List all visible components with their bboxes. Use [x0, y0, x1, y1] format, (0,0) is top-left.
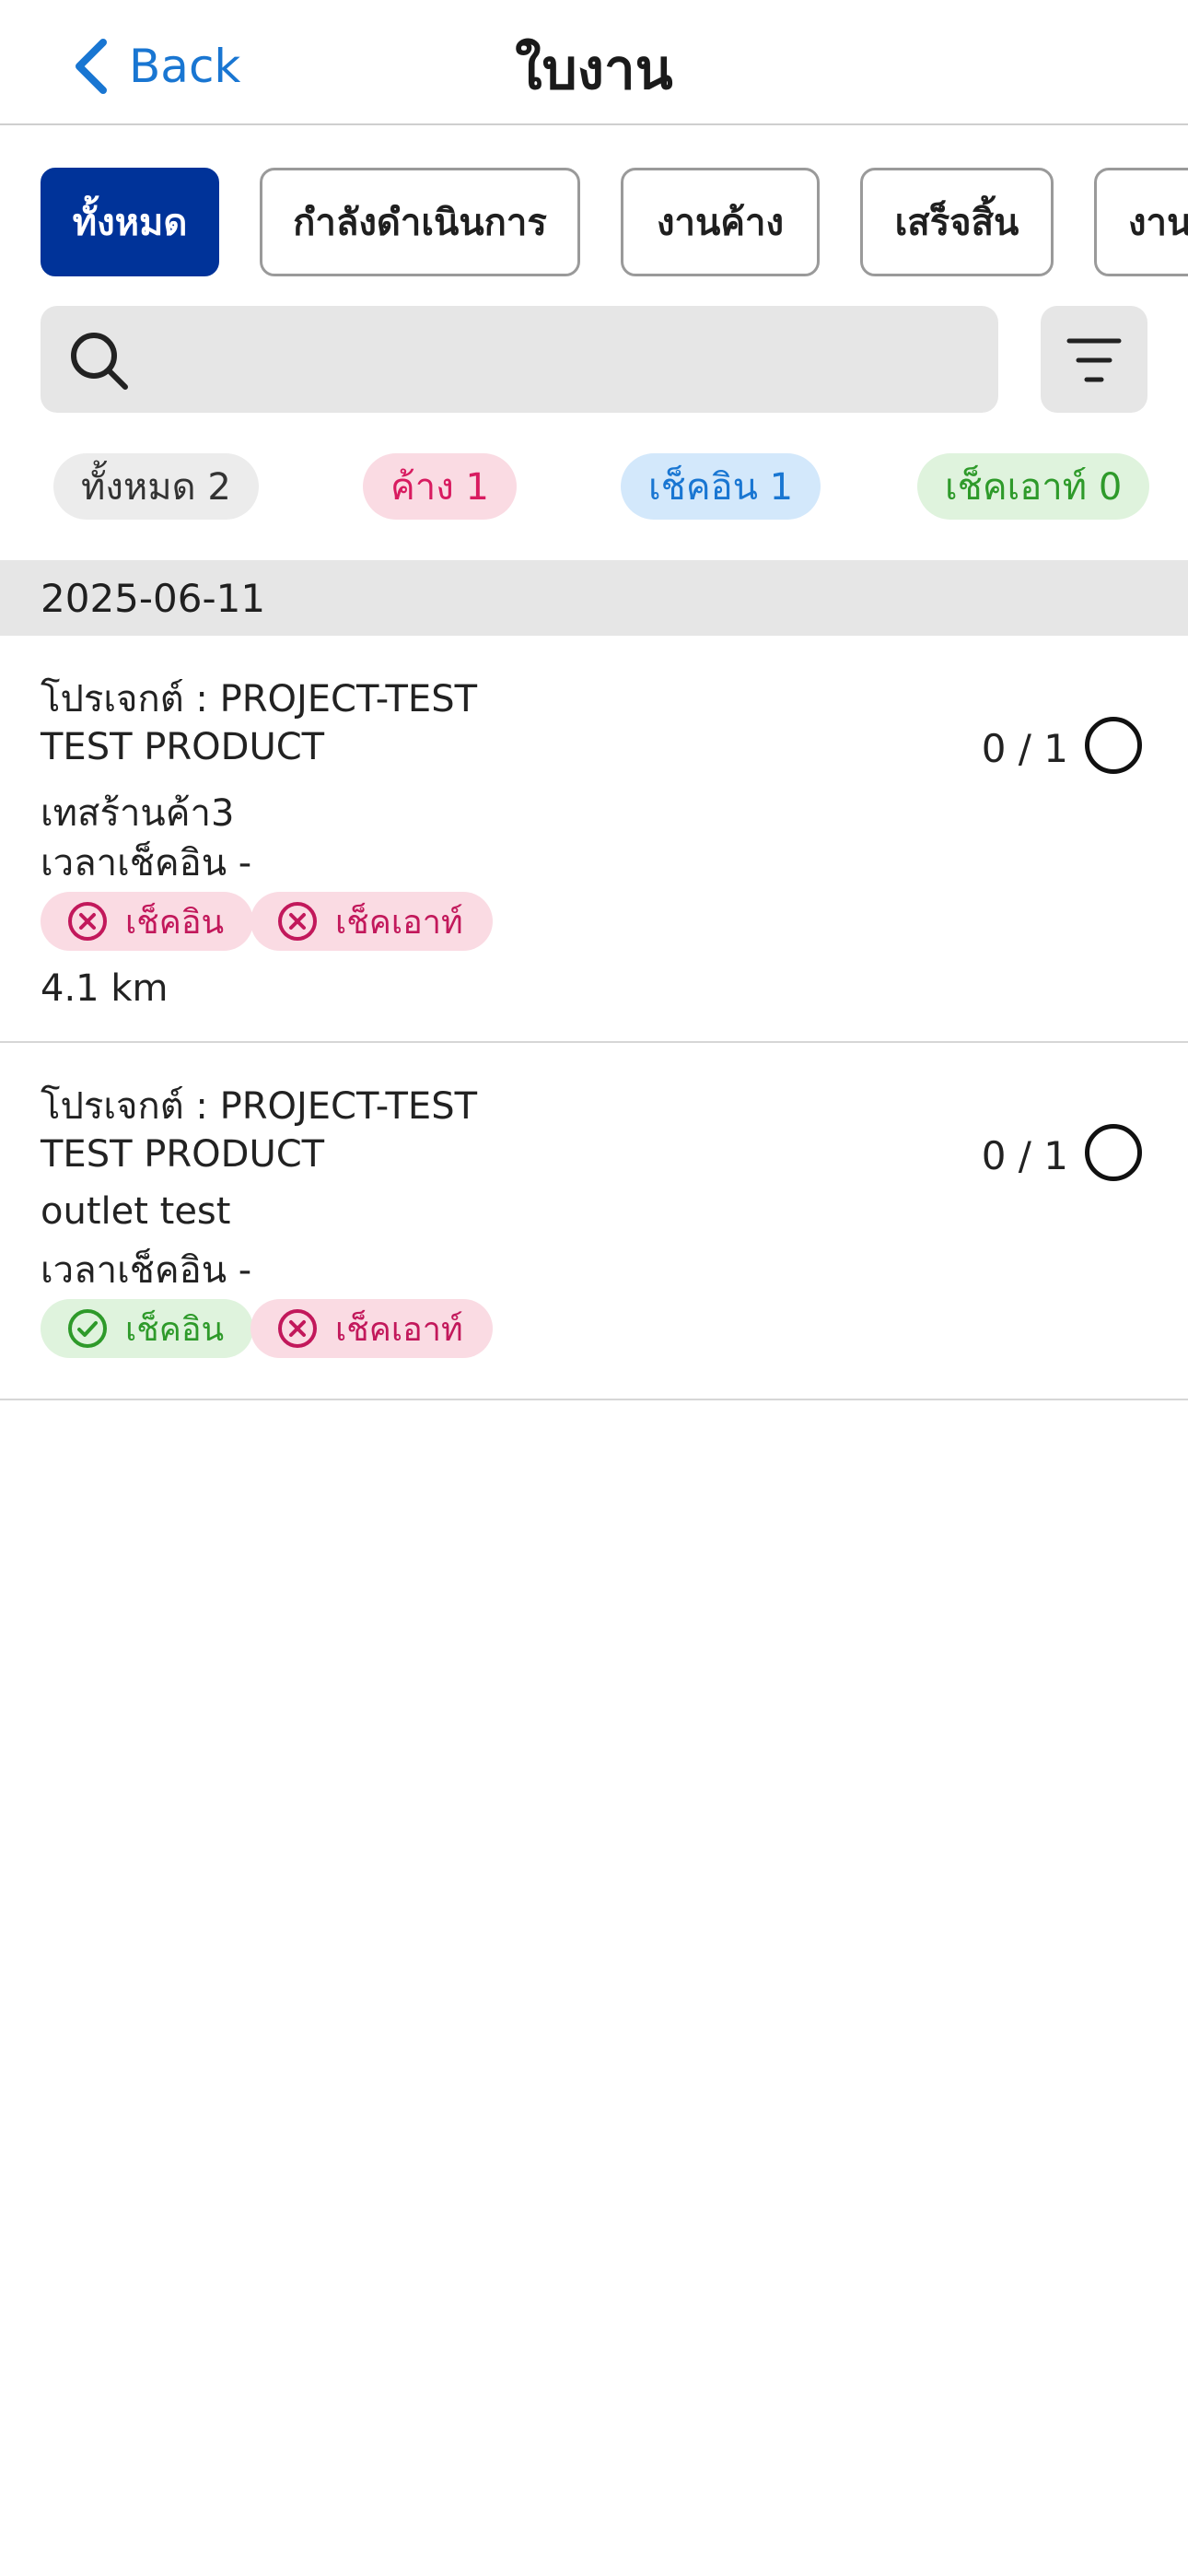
status-circle-icon[interactable]: [1085, 717, 1142, 774]
date-group-header: 2025-06-11: [0, 560, 1188, 636]
tab-in-progress[interactable]: กำลังดำเนินการ: [260, 168, 580, 276]
checkout-status-tag: เช็คเอาท์: [250, 1299, 493, 1358]
search-input[interactable]: [151, 324, 965, 396]
distance-label: 4.1 km: [41, 967, 169, 1010]
count-checkin-badge: เช็คอิน 1: [621, 453, 821, 520]
count-pending-badge: ค้าง 1: [363, 453, 517, 520]
filter-button[interactable]: [1041, 306, 1147, 413]
job-card[interactable]: โปรเจกต์ : PROJECT-TEST TEST PRODUCT 0 /…: [0, 636, 1188, 1043]
x-circle-icon: [278, 902, 317, 941]
nav-bar: Back ใบงาน: [0, 0, 1188, 125]
checkin-time: เวลาเช็คอิน -: [41, 842, 252, 884]
status-tabs: ทั้งหมด กำลังดำเนินการ งานค้าง เสร็จสิ้น…: [0, 168, 1188, 278]
checkout-status-tag: เช็คเอาท์: [250, 892, 493, 951]
count-all-badge: ทั้งหมด 2: [53, 453, 259, 520]
filter-icon: [1066, 338, 1122, 382]
checkin-time: เวลาเช็คอิน -: [41, 1249, 252, 1292]
product-name: TEST PRODUCT: [41, 726, 325, 768]
progress-count: 0 / 1: [981, 726, 1068, 771]
project-name: โปรเจกต์ : PROJECT-TEST: [41, 678, 478, 720]
x-circle-icon: [278, 1309, 317, 1348]
x-circle-icon: [68, 902, 107, 941]
count-checkout-badge: เช็คเอาท์ 0: [917, 453, 1150, 520]
checkout-tag-label: เช็คเอาท์: [335, 903, 463, 942]
tab-all[interactable]: ทั้งหมด: [41, 168, 219, 276]
checkin-status-tag: เช็คอิน: [41, 1299, 254, 1358]
checkout-tag-label: เช็คเอาท์: [335, 1310, 463, 1349]
tab-more[interactable]: งาน: [1094, 168, 1188, 276]
tab-pending[interactable]: งานค้าง: [621, 168, 820, 276]
date-label: 2025-06-11: [41, 575, 266, 621]
check-circle-icon: [68, 1309, 107, 1348]
progress-count: 0 / 1: [981, 1133, 1068, 1178]
project-name: โปรเจกต์ : PROJECT-TEST: [41, 1085, 478, 1128]
search-bar: [41, 306, 998, 413]
search-icon: [71, 333, 128, 390]
page-title: ใบงาน: [515, 38, 673, 102]
tab-completed[interactable]: เสร็จสิ้น: [860, 168, 1054, 276]
outlet-name: outlet test: [41, 1190, 231, 1233]
checkin-status-tag: เช็คอิน: [41, 892, 254, 951]
status-circle-icon[interactable]: [1085, 1124, 1142, 1181]
product-name: TEST PRODUCT: [41, 1133, 325, 1176]
job-card[interactable]: โปรเจกต์ : PROJECT-TEST TEST PRODUCT 0 /…: [0, 1043, 1188, 1400]
checkin-tag-label: เช็คอิน: [125, 903, 225, 942]
checkin-tag-label: เช็คอิน: [125, 1310, 225, 1349]
